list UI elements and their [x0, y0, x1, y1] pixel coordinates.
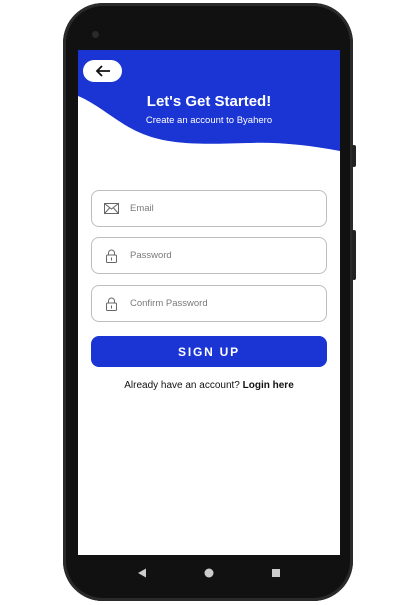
password-field[interactable]	[91, 237, 327, 274]
email-field[interactable]	[91, 190, 327, 227]
power-button	[352, 230, 356, 280]
confirm-password-field[interactable]	[91, 285, 327, 322]
page-title: Let's Get Started!	[146, 93, 272, 110]
volume-button	[352, 145, 356, 167]
confirm-password-input[interactable]	[128, 297, 312, 310]
page-subtitle: Create an account to Byahero	[145, 115, 273, 126]
square-recents-icon[interactable]	[271, 568, 281, 578]
app-screen: Let's Get Started! Create an account to …	[78, 50, 340, 555]
envelope-icon	[94, 203, 128, 214]
front-camera	[92, 31, 99, 38]
circle-home-icon[interactable]	[204, 568, 214, 578]
sign-up-button[interactable]: SIGN UP	[91, 336, 327, 367]
lock-icon	[94, 297, 128, 311]
login-prompt: Already have an account? Login here	[78, 380, 340, 391]
login-prompt-text: Already have an account?	[124, 380, 240, 391]
triangle-back-icon[interactable]	[137, 568, 147, 578]
password-input[interactable]	[128, 249, 312, 262]
arrow-left-icon	[95, 65, 110, 77]
email-input[interactable]	[128, 202, 312, 215]
android-nav-bar	[78, 555, 340, 590]
login-link[interactable]: Login here	[243, 380, 294, 391]
lock-icon	[94, 249, 128, 263]
back-button[interactable]	[83, 60, 122, 82]
